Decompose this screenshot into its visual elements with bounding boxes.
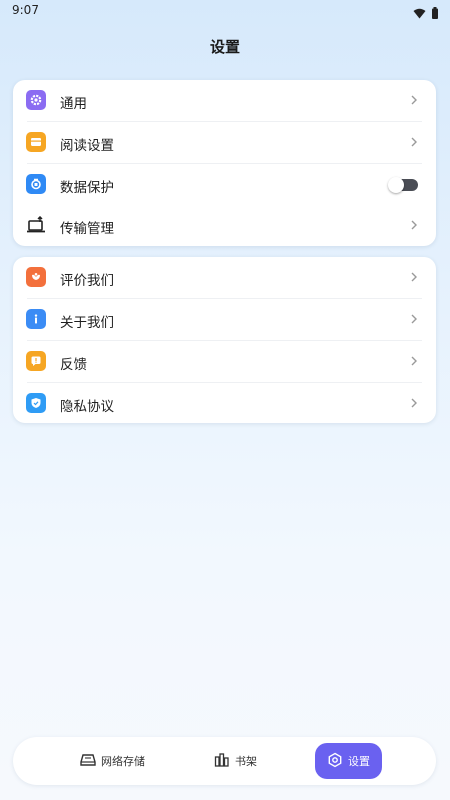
toggle-knob <box>388 177 404 193</box>
gear-icon <box>26 90 46 110</box>
row-label: 评价我们 <box>60 273 114 289</box>
chevron-right-icon <box>411 95 417 105</box>
row-data-protection: 数据保护 <box>13 164 436 205</box>
bookshelf-icon <box>214 752 230 770</box>
row-transfer-management[interactable]: 传输管理 <box>13 205 436 246</box>
row-label: 隐私协议 <box>60 399 114 415</box>
chevron-right-icon <box>411 314 417 324</box>
tab-label: 书架 <box>235 755 257 768</box>
tab-label: 设置 <box>348 755 370 768</box>
chevron-right-icon <box>411 272 417 282</box>
row-label: 传输管理 <box>60 221 114 237</box>
shield-lock-icon <box>26 174 46 194</box>
row-about-us[interactable]: 关于我们 <box>13 299 436 340</box>
chevron-right-icon <box>411 356 417 366</box>
network-storage-icon <box>80 753 96 770</box>
row-label: 关于我们 <box>60 315 114 331</box>
chevron-right-icon <box>411 398 417 408</box>
row-feedback[interactable]: 反馈 <box>13 341 436 382</box>
wifi-icon <box>413 4 426 23</box>
tab-bookshelf[interactable]: 书架 <box>214 743 257 779</box>
row-label: 通用 <box>60 96 87 112</box>
bottom-tab-bar: 网络存储 书架 设置 <box>13 737 436 785</box>
row-privacy-policy[interactable]: 隐私协议 <box>13 383 436 423</box>
row-label: 阅读设置 <box>60 138 114 154</box>
privacy-shield-icon <box>26 393 46 413</box>
tab-settings[interactable]: 设置 <box>315 743 382 779</box>
book-icon <box>26 132 46 152</box>
status-time: 9:07 <box>12 3 39 17</box>
star-rate-icon <box>26 267 46 287</box>
row-rate-us[interactable]: 评价我们 <box>13 257 436 298</box>
info-icon <box>26 309 46 329</box>
status-bar: 9:07 <box>0 0 450 22</box>
row-general[interactable]: 通用 <box>13 80 436 121</box>
settings-group-general: 通用 阅读设置 数据保护 传输管理 <box>13 80 436 246</box>
row-reading-settings[interactable]: 阅读设置 <box>13 122 436 163</box>
feedback-icon <box>26 351 46 371</box>
data-protection-toggle[interactable] <box>388 177 418 193</box>
settings-hex-icon <box>327 752 343 771</box>
battery-icon <box>432 4 438 23</box>
row-label: 反馈 <box>60 357 87 373</box>
row-label: 数据保护 <box>60 180 114 196</box>
chevron-right-icon <box>411 137 417 147</box>
chevron-right-icon <box>411 220 417 230</box>
tab-label: 网络存储 <box>101 755 145 768</box>
settings-group-about: 评价我们 关于我们 反馈 隐私协议 <box>13 257 436 423</box>
status-icons <box>413 4 438 23</box>
page-title: 设置 <box>209 38 240 56</box>
tab-network-storage[interactable]: 网络存储 <box>80 743 145 779</box>
transfer-icon <box>26 215 46 235</box>
